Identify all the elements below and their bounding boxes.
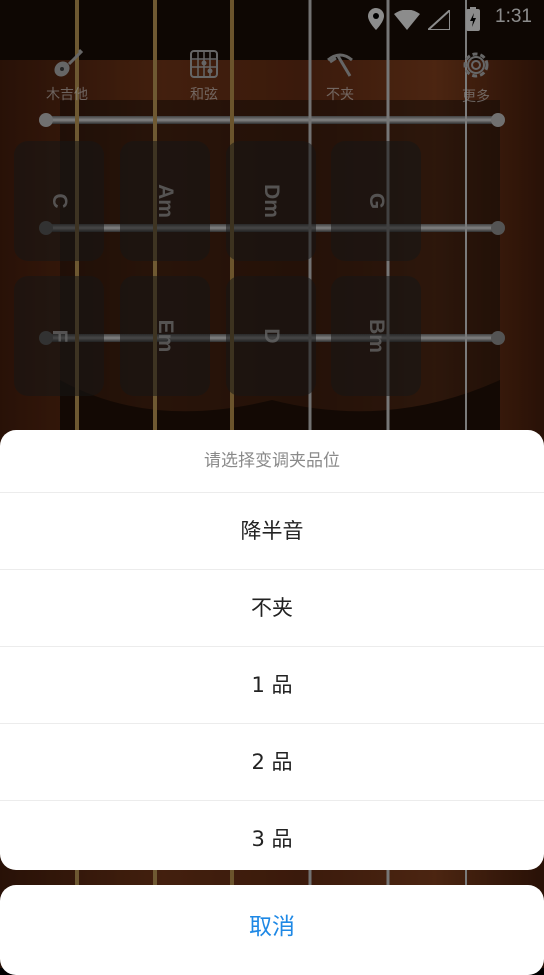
cancel-button[interactable]: 取消 [0, 885, 544, 975]
option-fret-2[interactable]: 2 品 [0, 724, 544, 801]
option-no-capo[interactable]: 不夹 [0, 570, 544, 647]
option-fret-1[interactable]: 1 品 [0, 647, 544, 724]
option-fret-3[interactable]: 3 品 [0, 801, 544, 870]
option-half-step-down[interactable]: 降半音 [0, 493, 544, 570]
cancel-label: 取消 [249, 914, 295, 940]
sheet-title: 请选择变调夹品位 [0, 430, 544, 493]
capo-select-sheet: 请选择变调夹品位 降半音 不夹 1 品 2 品 3 品 [0, 430, 544, 870]
